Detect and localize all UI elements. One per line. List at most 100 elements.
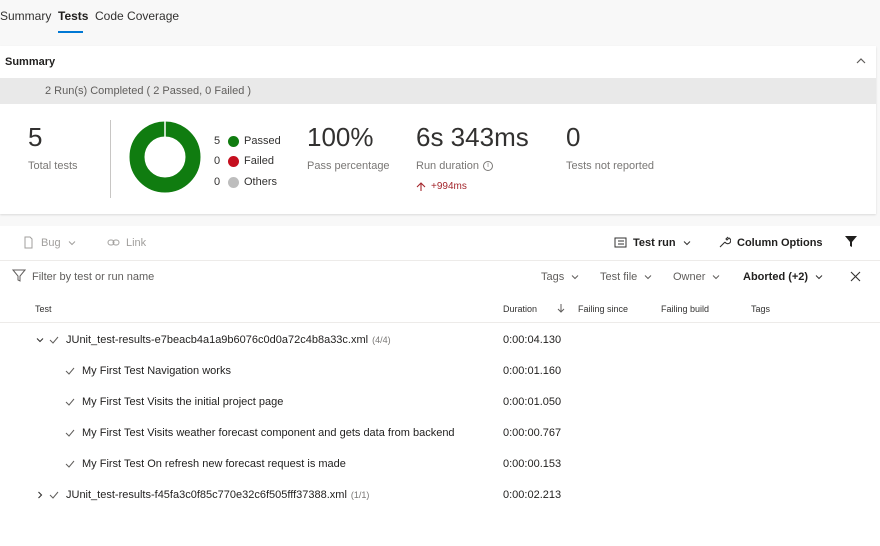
link-label: Link xyxy=(126,236,147,249)
link-icon xyxy=(107,239,120,246)
legend-others: 0 Others xyxy=(214,176,277,188)
test-run-name-text: JUnit_test-results-f45fa3c0f85c770e32c6f… xyxy=(66,489,347,501)
column-header-failing-since[interactable]: Failing since xyxy=(578,304,628,314)
summary-header[interactable]: Summary xyxy=(0,46,876,78)
sort-down-icon[interactable] xyxy=(557,303,565,313)
duration-trend: +994ms xyxy=(416,181,467,192)
chevron-up-icon[interactable] xyxy=(854,54,868,68)
run-duration-value: 6s 343ms xyxy=(416,122,529,152)
others-dot-icon xyxy=(228,176,239,188)
chevron-down-icon xyxy=(815,275,823,280)
run-duration-label: Run duration xyxy=(416,160,479,172)
bug-button[interactable]: Bug xyxy=(22,236,77,249)
test-duration: 0:00:04.130 xyxy=(503,334,562,346)
test-run-row[interactable]: JUnit_test-results-f45fa3c0f85c770e32c6f… xyxy=(0,486,880,517)
info-icon[interactable]: i xyxy=(483,161,493,171)
filter-search-input[interactable]: Filter by test or run name xyxy=(32,271,154,283)
outcome-filter-dropdown[interactable]: Aborted (+2) xyxy=(743,271,824,283)
legend-others-count: 0 xyxy=(214,176,221,188)
chevron-down-icon[interactable] xyxy=(35,335,45,345)
column-options-label: Column Options xyxy=(737,236,823,249)
tab-tests[interactable]: Tests xyxy=(58,9,88,23)
test-run-label: Test run xyxy=(633,236,676,249)
arrow-up-icon xyxy=(416,181,426,191)
test-run-name: JUnit_test-results-e7beacb4a1a9b6076c0d0… xyxy=(66,334,391,346)
legend-failed-count: 0 xyxy=(214,155,221,167)
test-row[interactable]: My First Test Visits weather forecast co… xyxy=(0,424,880,455)
test-duration: 0:00:00.767 xyxy=(503,427,562,439)
test-duration: 0:00:02.213 xyxy=(503,489,562,501)
filter-icon xyxy=(12,269,26,282)
list-icon xyxy=(614,237,627,248)
legend-passed-label: Passed xyxy=(244,135,281,147)
test-row[interactable]: My First Test On refresh new forecast re… xyxy=(0,455,880,486)
pass-percentage-value: 100% xyxy=(307,122,374,152)
bug-icon xyxy=(24,236,33,249)
tab-summary[interactable]: Summary xyxy=(0,9,51,23)
test-duration: 0:00:00.153 xyxy=(503,458,562,470)
legend-passed-count: 5 xyxy=(214,135,221,147)
column-header-test[interactable]: Test xyxy=(35,304,52,314)
active-tab-indicator xyxy=(58,31,83,33)
total-tests-value: 5 xyxy=(28,122,43,152)
duration-trend-value: +994ms xyxy=(431,181,467,192)
test-run-name: JUnit_test-results-f45fa3c0f85c770e32c6f… xyxy=(66,489,369,501)
not-reported-value: 0 xyxy=(566,122,581,152)
column-header-failing-build[interactable]: Failing build xyxy=(661,304,709,314)
chevron-down-icon xyxy=(683,240,690,245)
bug-label: Bug xyxy=(41,236,61,249)
test-run-row[interactable]: JUnit_test-results-e7beacb4a1a9b6076c0d0… xyxy=(0,331,880,362)
runs-status-bar: 2 Run(s) Completed ( 2 Passed, 0 Failed … xyxy=(0,78,876,104)
chevron-down-icon xyxy=(68,240,75,245)
filter-bar: Filter by test or run name Tags Test fil… xyxy=(0,260,880,292)
owner-filter-dropdown[interactable]: Owner xyxy=(673,271,721,283)
column-header-tags[interactable]: Tags xyxy=(751,304,770,314)
runs-completed-text: 2 Run(s) Completed ( 2 Passed, 0 Failed … xyxy=(45,85,252,97)
total-tests-label: Total tests xyxy=(28,160,78,172)
test-name: My First Test On refresh new forecast re… xyxy=(82,458,346,470)
test-name: My First Test Visits the initial project… xyxy=(82,396,284,408)
test-name: My First Test Visits weather forecast co… xyxy=(82,427,455,439)
metrics-divider xyxy=(110,120,111,198)
chevron-down-icon xyxy=(571,275,579,280)
failed-dot-icon xyxy=(228,155,239,167)
column-header-duration[interactable]: Duration xyxy=(503,304,537,314)
run-duration-label-wrap: Run duration i xyxy=(416,160,493,172)
tags-filter-dropdown[interactable]: Tags xyxy=(541,271,580,283)
check-icon xyxy=(49,336,59,344)
test-row[interactable]: My First Test Visits the initial project… xyxy=(0,393,880,424)
test-results-panel: Bug Link Test run Column Options Filter … xyxy=(0,226,880,546)
test-run-name-text: JUnit_test-results-e7beacb4a1a9b6076c0d0… xyxy=(66,334,369,346)
link-button[interactable]: Link xyxy=(107,236,146,249)
test-row[interactable]: My First Test Navigation works 0:00:01.1… xyxy=(0,362,880,393)
close-icon[interactable] xyxy=(850,271,861,282)
funnel-icon[interactable] xyxy=(844,235,858,248)
chevron-down-icon xyxy=(644,275,652,280)
results-toolbar: Bug Link Test run Column Options xyxy=(0,226,880,258)
test-file-filter-dropdown[interactable]: Test file xyxy=(600,271,653,283)
wrench-icon xyxy=(719,236,731,248)
tags-filter-label: Tags xyxy=(541,271,565,283)
test-run-count: (4/4) xyxy=(372,335,391,345)
owner-filter-label: Owner xyxy=(673,271,706,283)
header-divider xyxy=(0,322,880,323)
test-run-count: (1/1) xyxy=(350,490,370,500)
pass-percentage-label: Pass percentage xyxy=(307,160,390,172)
check-icon xyxy=(65,429,75,437)
test-name: My First Test Navigation works xyxy=(82,365,231,377)
outcome-donut-chart xyxy=(129,121,201,193)
check-icon xyxy=(65,460,75,468)
tab-code-coverage[interactable]: Code Coverage xyxy=(95,9,179,23)
check-icon xyxy=(65,367,75,375)
check-icon xyxy=(49,491,59,499)
chevron-right-icon[interactable] xyxy=(35,490,45,500)
test-run-dropdown[interactable]: Test run xyxy=(614,236,692,249)
legend-failed-label: Failed xyxy=(244,155,274,167)
donut-passed-segment xyxy=(129,121,201,193)
not-reported-label: Tests not reported xyxy=(566,160,655,172)
passed-dot-icon xyxy=(228,135,239,147)
column-options-button[interactable]: Column Options xyxy=(718,236,823,249)
test-duration: 0:00:01.050 xyxy=(503,396,562,408)
top-tabs: Summary Tests Code Coverage xyxy=(0,0,880,38)
outcome-filter-label: Aborted (+2) xyxy=(743,271,809,283)
